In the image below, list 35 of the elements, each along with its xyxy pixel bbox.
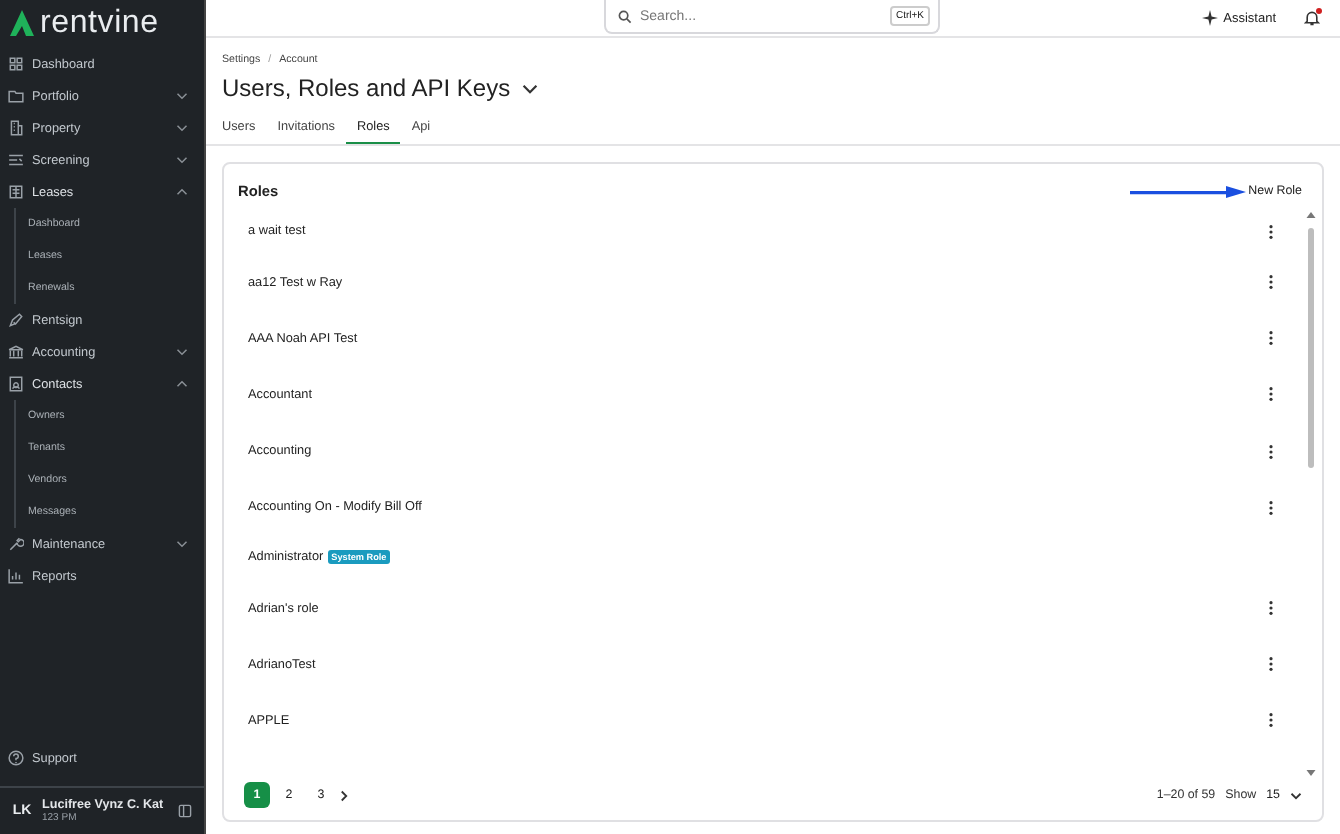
notification-bell-icon[interactable] <box>1304 10 1320 26</box>
scroll-up-icon[interactable] <box>1305 212 1315 218</box>
more-options-icon[interactable] <box>1268 223 1274 239</box>
scrollbar[interactable] <box>1304 208 1316 776</box>
search-icon <box>618 9 632 23</box>
more-options-icon[interactable] <box>1268 499 1274 516</box>
scroll-down-icon[interactable] <box>1305 770 1315 776</box>
more-options-icon[interactable] <box>1268 274 1274 291</box>
more-options-icon[interactable] <box>1268 600 1274 617</box>
nav-icon <box>8 152 24 168</box>
panel-icon[interactable] <box>178 804 192 818</box>
nav-icon <box>8 536 24 552</box>
nav-icon <box>8 184 24 200</box>
nav-icon <box>8 56 24 72</box>
more-options-icon[interactable] <box>1268 443 1274 460</box>
nav-icon <box>8 376 24 392</box>
page-title: Users, Roles and API Keys <box>222 74 511 102</box>
chevron-down-icon <box>1290 791 1302 799</box>
nav-icon <box>8 88 24 104</box>
more-options-icon[interactable] <box>1268 712 1274 729</box>
notification-dot <box>1316 8 1322 14</box>
next-page-icon[interactable] <box>340 789 348 801</box>
chevron-down-icon[interactable] <box>522 83 539 93</box>
arrow-annotation <box>1130 185 1247 197</box>
nav-icon <box>8 568 24 584</box>
nav-icon <box>8 120 24 136</box>
nav-icon <box>8 312 24 328</box>
help-icon <box>8 750 24 766</box>
more-options-icon[interactable] <box>1268 656 1274 673</box>
more-options-icon[interactable] <box>1268 386 1274 403</box>
logo-icon <box>10 10 34 36</box>
nav-icon <box>8 344 24 360</box>
sparkle-icon <box>1201 10 1218 26</box>
more-options-icon[interactable] <box>1268 330 1274 347</box>
logo-text: rentvine <box>40 5 159 41</box>
